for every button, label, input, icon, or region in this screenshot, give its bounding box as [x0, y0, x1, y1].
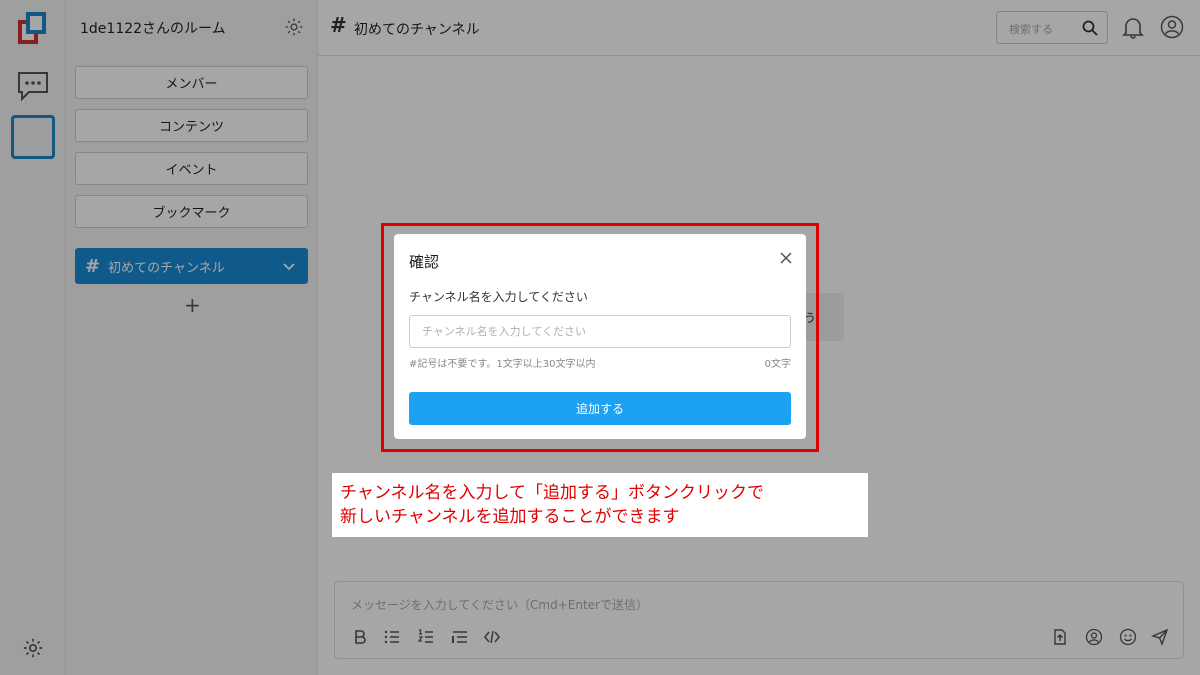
input-hint: #記号は不要です。1文字以上30文字以内: [409, 359, 596, 370]
dialog-title: 確認: [409, 253, 440, 271]
add-channel-dialog: 確認 チャンネル名を入力してください #記号は不要です。1文字以上30文字以内 …: [394, 234, 806, 439]
annotation-line-2: 新しいチャンネルを追加することができます: [340, 507, 680, 527]
annotation-callout: チャンネル名を入力して「追加する」ボタンクリックで 新しいチャンネルを追加するこ…: [332, 473, 868, 537]
add-button[interactable]: 追加する: [409, 392, 791, 425]
channel-name-input[interactable]: [409, 315, 791, 348]
character-count: 0文字: [764, 359, 791, 370]
channel-name-label: チャンネル名を入力してください: [409, 290, 588, 304]
close-icon[interactable]: [780, 252, 792, 264]
annotation-line-1: チャンネル名を入力して「追加する」ボタンクリックで: [340, 483, 764, 503]
